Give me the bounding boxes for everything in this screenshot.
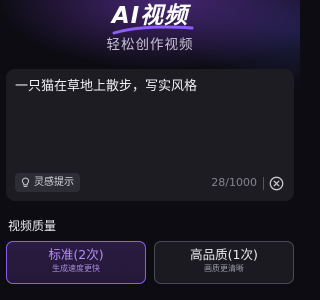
title-underline-swoosh [112, 25, 194, 35]
quality-option-standard[interactable]: 标准(2次) 生成速度更快 [6, 241, 146, 284]
quality-option-name: 高品质(1次) [190, 247, 258, 262]
inspiration-label: 灵感提示 [34, 177, 74, 188]
quality-option-description: 画质更清晰 [204, 264, 244, 273]
counter-divider [263, 177, 264, 190]
inspiration-button[interactable]: 灵感提示 [15, 173, 80, 192]
close-circle-icon [269, 176, 284, 191]
ai-video-page: AI视频 轻松创作视频 一只猫在草地上散步，写实风格 灵感提示 28/1000 … [0, 0, 300, 300]
lightbulb-icon [21, 177, 30, 187]
quality-option-high[interactable]: 高品质(1次) 画质更清晰 [154, 241, 294, 284]
quality-option-description: 生成速度更快 [52, 264, 100, 273]
prompt-input[interactable]: 一只猫在草地上散步，写实风格 [15, 78, 285, 96]
clear-button[interactable] [269, 176, 284, 191]
page-subtitle: 轻松创作视频 [106, 37, 194, 53]
character-counter: 28/1000 [211, 176, 257, 189]
quality-section-title: 视频质量 [8, 219, 57, 233]
prompt-card: 一只猫在草地上散步，写实风格 灵感提示 28/1000 [6, 69, 294, 201]
quality-option-name: 标准(2次) [48, 247, 104, 262]
